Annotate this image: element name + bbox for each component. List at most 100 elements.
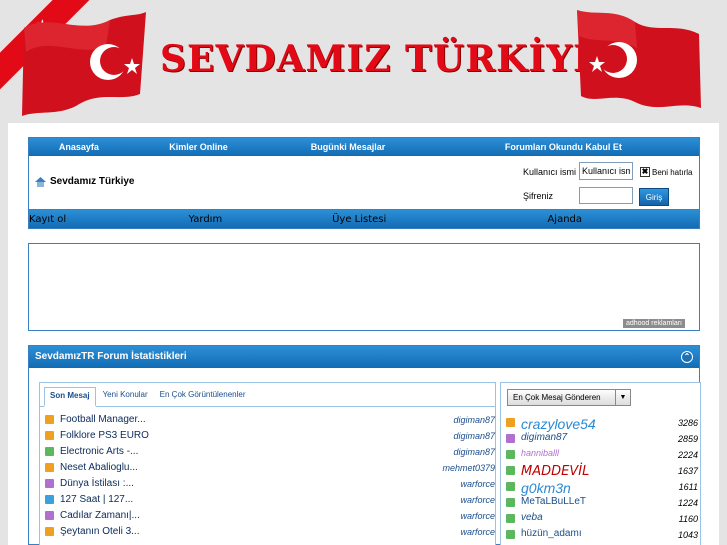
thread-row[interactable]: Dünya İstilası :... warforce [40,476,495,492]
thread-status-icon [45,431,54,440]
tab-new-topics[interactable]: Yeni Konular [98,387,153,403]
nav-todays-posts-link[interactable]: Bugünki Mesajlar [268,142,428,152]
poster-username[interactable]: g0km3n [521,480,571,496]
top-poster-row[interactable]: veba 1160 [501,511,702,527]
poster-username[interactable]: hüzün_adamı [521,528,582,539]
thread-title[interactable]: Şeytanın Oteli 3... [60,526,140,537]
stats-tabs: Son Mesaj Yeni Konular En Çok Görüntülen… [40,383,495,407]
nav-help-link[interactable]: Yardım [189,214,333,225]
poster-status-icon [506,482,515,491]
username-input[interactable] [579,162,633,180]
poster-status-icon [506,418,515,427]
forum-info-bar: Sevdamız Türkiye Kullanıcı ismi ✖ Beni h… [29,156,699,210]
latest-posts-panel: Son Mesaj Yeni Konular En Çok Görüntülen… [39,382,496,545]
poster-username[interactable]: hanniballl [521,448,559,458]
tab-latest-post[interactable]: Son Mesaj [44,387,96,407]
thread-row[interactable]: Football Manager... digiman87 [40,412,495,428]
top-poster-row[interactable]: hüzün_adamı 1043 [501,527,702,543]
thread-row[interactable]: Şeytanın Oteli 3... warforce [40,524,495,540]
nav-calendar-link[interactable]: Ajanda [547,214,699,225]
site-header: ★ SEVDAMIZ TÜRKİYE [0,0,727,123]
poster-status-icon [506,530,515,539]
thread-row[interactable]: 127 Saat | 127... warforce [40,492,495,508]
forum-breadcrumb: Sevdamız Türkiye [35,176,134,187]
poster-username[interactable]: digiman87 [521,432,567,443]
thread-status-icon [45,511,54,520]
thread-last-poster[interactable]: warforce [460,511,495,521]
collapse-icon[interactable]: ⌃ [681,351,693,363]
thread-last-poster[interactable]: digiman87 [453,447,495,457]
login-button[interactable]: Giriş [639,188,669,206]
tab-most-viewed[interactable]: En Çok Görüntülenenler [155,387,251,403]
thread-last-poster[interactable]: digiman87 [453,431,495,441]
forum-name[interactable]: Sevdamız Türkiye [50,176,134,187]
top-poster-row[interactable]: crazylove54 3286 [501,415,702,432]
thread-row[interactable]: Cadılar Zamanı|... warforce [40,508,495,524]
thread-last-poster[interactable]: warforce [460,495,495,505]
top-poster-row[interactable]: g0km3n 1611 [501,479,702,496]
top-navbar: Anasayfa Kimler Online Bugünki Mesajlar … [29,138,699,156]
thread-title[interactable]: Folklore PS3 EURO [60,430,149,441]
top-posters-dropdown[interactable]: En Çok Mesaj Gönderen ▼ [507,389,631,406]
waving-flag-left [20,6,148,118]
poster-post-count: 1611 [678,482,698,492]
username-label: Kullanıcı ismi [523,167,577,177]
remember-me-label: Beni hatırla [652,167,693,177]
dropdown-arrow-icon[interactable]: ▼ [615,390,630,405]
navigation-box: Anasayfa Kimler Online Bugünki Mesajlar … [28,137,700,229]
poster-post-count: 3286 [677,418,698,428]
thread-title[interactable]: 127 Saat | 127... [60,494,133,505]
remember-me[interactable]: ✖ Beni hatırla [640,167,692,177]
waving-flag-right [575,4,703,116]
thread-status-icon [45,447,54,456]
thread-status-icon [45,463,54,472]
forum-home-icon[interactable] [35,176,46,187]
thread-title[interactable]: Dünya İstilası :... [60,478,134,489]
thread-row[interactable]: Folklore PS3 EURO digiman87 [40,428,495,444]
poster-status-icon [506,434,515,443]
poster-username[interactable]: veba [521,512,543,523]
poster-status-icon [506,498,515,507]
password-label: Şifreniz [523,191,554,201]
nav-mark-forums-read-link[interactable]: Forumları Okundu Kabul Et [428,142,699,152]
thread-status-icon [45,415,54,424]
main-container: Anasayfa Kimler Online Bugünki Mesajlar … [8,123,719,545]
advertisement-box: adhood reklamları [28,243,700,331]
top-poster-row[interactable]: MeTaLBuLLeT 1224 [501,495,702,511]
poster-username[interactable]: crazylove54 [521,416,596,432]
remember-me-checkbox[interactable]: ✖ [640,167,650,177]
poster-post-count: 2859 [677,434,698,444]
top-poster-row[interactable]: hanniballl 2224 [501,447,702,463]
thread-last-poster[interactable]: mehmet0379 [442,463,495,473]
thread-row[interactable]: Electronic Arts -... digiman87 [40,444,495,460]
poster-status-icon [506,514,515,523]
thread-title[interactable]: Neset Abalioglu... [60,462,138,473]
thread-status-icon [45,479,54,488]
top-poster-row[interactable]: digiman87 2859 [501,431,702,447]
poster-username[interactable]: MeTaLBuLLeT [521,496,586,507]
statistics-header: SevdamızTR Forum İstatistikleri ⌃ [29,346,699,368]
thread-title[interactable]: Electronic Arts -... [60,446,138,457]
site-title: SEVDAMIZ TÜRKİYE [160,38,602,80]
thread-title[interactable]: Cadılar Zamanı|... [60,510,140,521]
bottom-navbar: Kayıt ol Yardım Üye Listesi Ajanda [29,210,699,228]
ad-badge[interactable]: adhood reklamları [622,319,685,328]
thread-status-icon [45,495,54,504]
top-posters-panel: En Çok Mesaj Gönderen ▼ crazylove54 3286 d… [500,382,701,545]
nav-member-list-link[interactable]: Üye Listesi [332,214,547,225]
top-poster-row[interactable]: MADDEVİL 1637 [501,463,702,479]
poster-username[interactable]: MADDEVİL [521,464,589,479]
thread-row[interactable]: Neset Abalioglu... mehmet0379 [40,460,495,476]
thread-last-poster[interactable]: warforce [460,479,495,489]
poster-post-count: 1043 [677,530,698,540]
statistics-title: SevdamızTR Forum İstatistikleri [35,351,187,362]
thread-last-poster[interactable]: warforce [460,527,495,537]
nav-home-link[interactable]: Anasayfa [29,142,129,152]
dropdown-label: En Çok Mesaj Gönderen [513,393,601,402]
thread-title[interactable]: Football Manager... [60,414,146,425]
thread-last-poster[interactable]: digiman87 [453,415,495,425]
nav-who-online-link[interactable]: Kimler Online [129,142,269,152]
password-input[interactable] [579,187,633,204]
poster-post-count: 1637 [677,466,698,476]
nav-register-link[interactable]: Kayıt ol [29,214,189,225]
